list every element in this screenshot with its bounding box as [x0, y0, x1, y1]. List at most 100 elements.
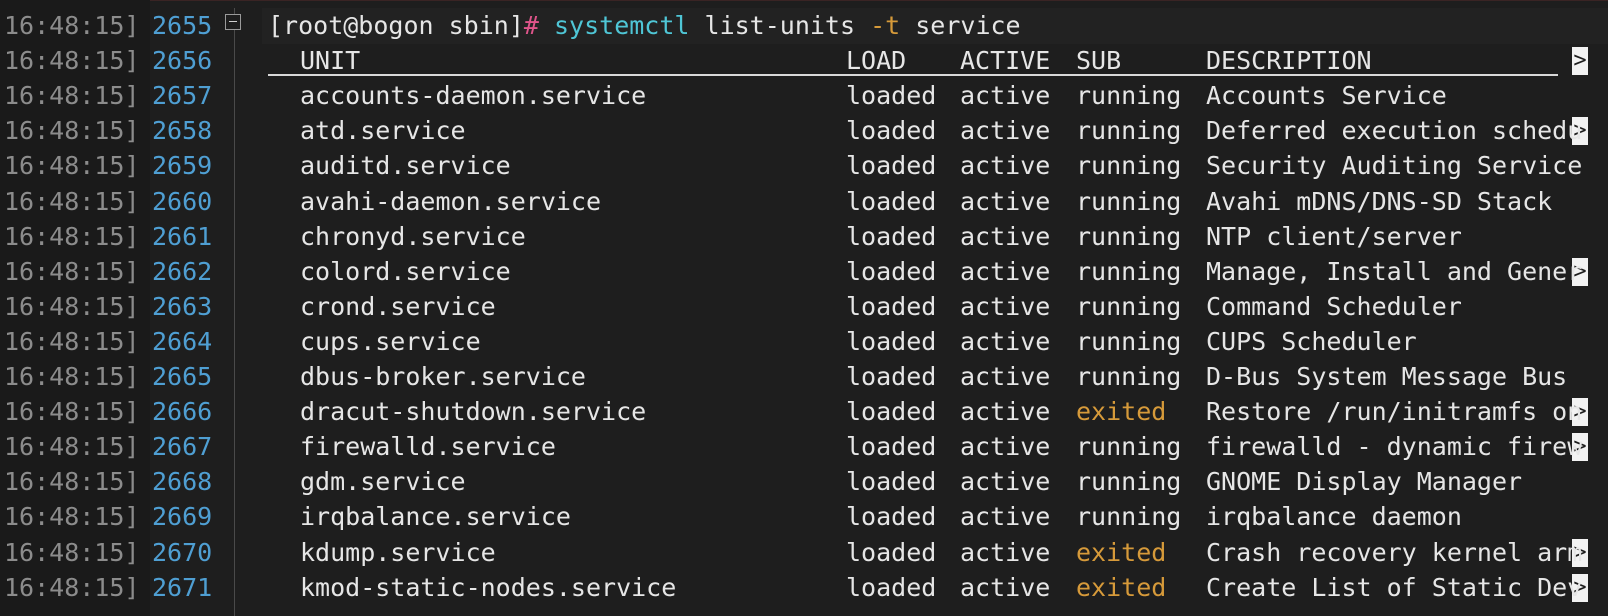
- service-load: loaded: [846, 537, 937, 567]
- line-timestamp: 16:48:15]: [4, 116, 140, 146]
- service-active: active: [960, 221, 1051, 251]
- terminal-line: 16:48:15] 2669 irqbalance.service loaded act…: [0, 499, 1608, 535]
- service-unit[interactable]: accounts-daemon.service: [300, 78, 646, 114]
- service-unit[interactable]: colord.service: [300, 254, 511, 290]
- service-description: Command Scheduler: [1206, 291, 1462, 321]
- service-sub: running: [1076, 81, 1182, 111]
- service-load: loaded: [846, 432, 937, 462]
- service-sub: running: [1076, 467, 1182, 497]
- line-timestamp: 16:48:15]: [4, 432, 140, 462]
- line-number: 2666: [152, 397, 213, 427]
- service-sub: running: [1076, 502, 1182, 532]
- service-description: Security Auditing Service: [1206, 151, 1583, 181]
- line-timestamp: 16:48:15]: [4, 572, 140, 602]
- service-sub: running: [1076, 362, 1182, 391]
- service-load: loaded: [846, 221, 937, 251]
- previous-output-strip: [0, 0, 1608, 8]
- terminal-line: 16:48:15] 2657 accounts-daemon.service load…: [0, 78, 1608, 114]
- service-active: active: [960, 186, 1051, 216]
- service-unit[interactable]: cups.service: [300, 324, 481, 360]
- service-description: firewalld - dynamic firew: [1206, 432, 1583, 462]
- service-unit[interactable]: dracut-shutdown.service: [300, 394, 646, 430]
- line-number: 2657: [152, 81, 213, 111]
- service-unit[interactable]: irqbalance.service: [300, 499, 571, 535]
- service-unit[interactable]: atd.service: [300, 113, 466, 149]
- line-number: 2663: [152, 291, 213, 321]
- service-unit[interactable]: kmod-static-nodes.service: [300, 570, 676, 606]
- line-number: 2665: [152, 362, 213, 391]
- service-sub: running: [1076, 116, 1182, 146]
- service-load: loaded: [846, 397, 937, 427]
- service-load: loaded: [846, 256, 937, 286]
- fold-collapse-icon[interactable]: [225, 14, 241, 30]
- line-number: 2658: [152, 116, 213, 146]
- line-timestamp: 16:48:15]: [4, 81, 140, 111]
- terminal-line: 16:48:15] 2659 auditd.service loaded active r…: [0, 148, 1608, 184]
- terminal-line: 16:48:15] 2655 [root@bogon sbin]# systemct…: [0, 8, 1608, 44]
- service-sub: running: [1076, 291, 1182, 321]
- service-load: loaded: [846, 116, 937, 146]
- service-unit[interactable]: chronyd.service: [300, 219, 526, 255]
- service-description: NTP client/server: [1206, 221, 1462, 251]
- line-timestamp: 16:48:15]: [4, 502, 140, 532]
- service-sub: running: [1076, 151, 1182, 181]
- terminal-line: 16:48:15] 2664 cups.service loaded active run…: [0, 324, 1608, 360]
- service-load: loaded: [846, 467, 937, 497]
- service-active: active: [960, 151, 1051, 181]
- line-timestamp: 16:48:15]: [4, 46, 140, 76]
- service-active: active: [960, 116, 1051, 146]
- line-timestamp: 16:48:15]: [4, 467, 140, 497]
- service-sub: running: [1076, 326, 1182, 356]
- service-unit[interactable]: gdm.service: [300, 464, 466, 500]
- header-underline: [268, 74, 1558, 76]
- service-active: active: [960, 432, 1051, 462]
- line-number: 2664: [152, 326, 213, 356]
- terminal-line: 16:48:15] 2663 crond.service loaded active ru…: [0, 289, 1608, 325]
- service-sub: running: [1076, 256, 1182, 286]
- service-active: active: [960, 256, 1051, 286]
- terminal-line: 16:48:15] 2665 dbus-broker.service loaded ac…: [0, 359, 1608, 395]
- service-load: loaded: [846, 502, 937, 532]
- service-description: Avahi mDNS/DNS-SD Stack: [1206, 186, 1553, 216]
- line-number: 2656: [152, 46, 213, 76]
- service-description: Crash recovery kernel arm: [1206, 537, 1583, 567]
- service-description: D-Bus System Message Bus: [1206, 362, 1568, 391]
- service-unit[interactable]: auditd.service: [300, 148, 511, 184]
- service-description: irqbalance daemon: [1206, 502, 1462, 532]
- terminal-line: 16:48:15] 2660 avahi-daemon.service loaded a…: [0, 184, 1608, 220]
- command-args: list-units: [689, 11, 871, 40]
- line-number: 2661: [152, 221, 213, 251]
- service-description: Accounts Service: [1206, 81, 1447, 111]
- service-load: loaded: [846, 291, 937, 321]
- line-timestamp: 16:48:15]: [4, 291, 140, 321]
- service-description: Manage, Install and Gener: [1206, 256, 1583, 286]
- service-description: Restore /run/initramfs on: [1206, 397, 1583, 427]
- line-number: 2670: [152, 537, 213, 567]
- service-sub: running: [1076, 186, 1182, 216]
- service-sub: exited: [1076, 397, 1167, 427]
- service-description: Deferred execution schedu: [1206, 116, 1583, 146]
- line-timestamp: 16:48:15]: [4, 186, 140, 216]
- service-unit[interactable]: dbus-broker.service: [300, 359, 586, 395]
- command-args-value: service: [900, 11, 1021, 40]
- service-load: loaded: [846, 572, 937, 602]
- service-description: CUPS Scheduler: [1206, 326, 1417, 356]
- terminal-line: 16:48:15] 2667 > firewalld.service loaded act…: [0, 429, 1608, 465]
- service-unit[interactable]: kdump.service: [300, 535, 496, 571]
- service-load: loaded: [846, 151, 937, 181]
- line-timestamp: 16:48:15]: [4, 362, 140, 391]
- terminal-line: 16:48:15] 2661 chronyd.service loaded active…: [0, 219, 1608, 255]
- service-unit[interactable]: avahi-daemon.service: [300, 184, 601, 220]
- line-timestamp: 16:48:15]: [4, 326, 140, 356]
- terminal-line: 16:48:15] 2670 > kdump.service loaded active e…: [0, 535, 1608, 571]
- line-timestamp: 16:48:15]: [4, 221, 140, 251]
- line-number: 2668: [152, 467, 213, 497]
- service-active: active: [960, 291, 1051, 321]
- service-sub: exited: [1076, 572, 1167, 602]
- service-unit[interactable]: crond.service: [300, 289, 496, 325]
- command-name: systemctl: [554, 11, 690, 40]
- line-timestamp: 16:48:15]: [4, 256, 140, 286]
- line-number: 2662: [152, 256, 213, 286]
- service-unit[interactable]: firewalld.service: [300, 429, 556, 465]
- terminal-line: 16:48:15] 2668 gdm.service loaded active runn…: [0, 464, 1608, 500]
